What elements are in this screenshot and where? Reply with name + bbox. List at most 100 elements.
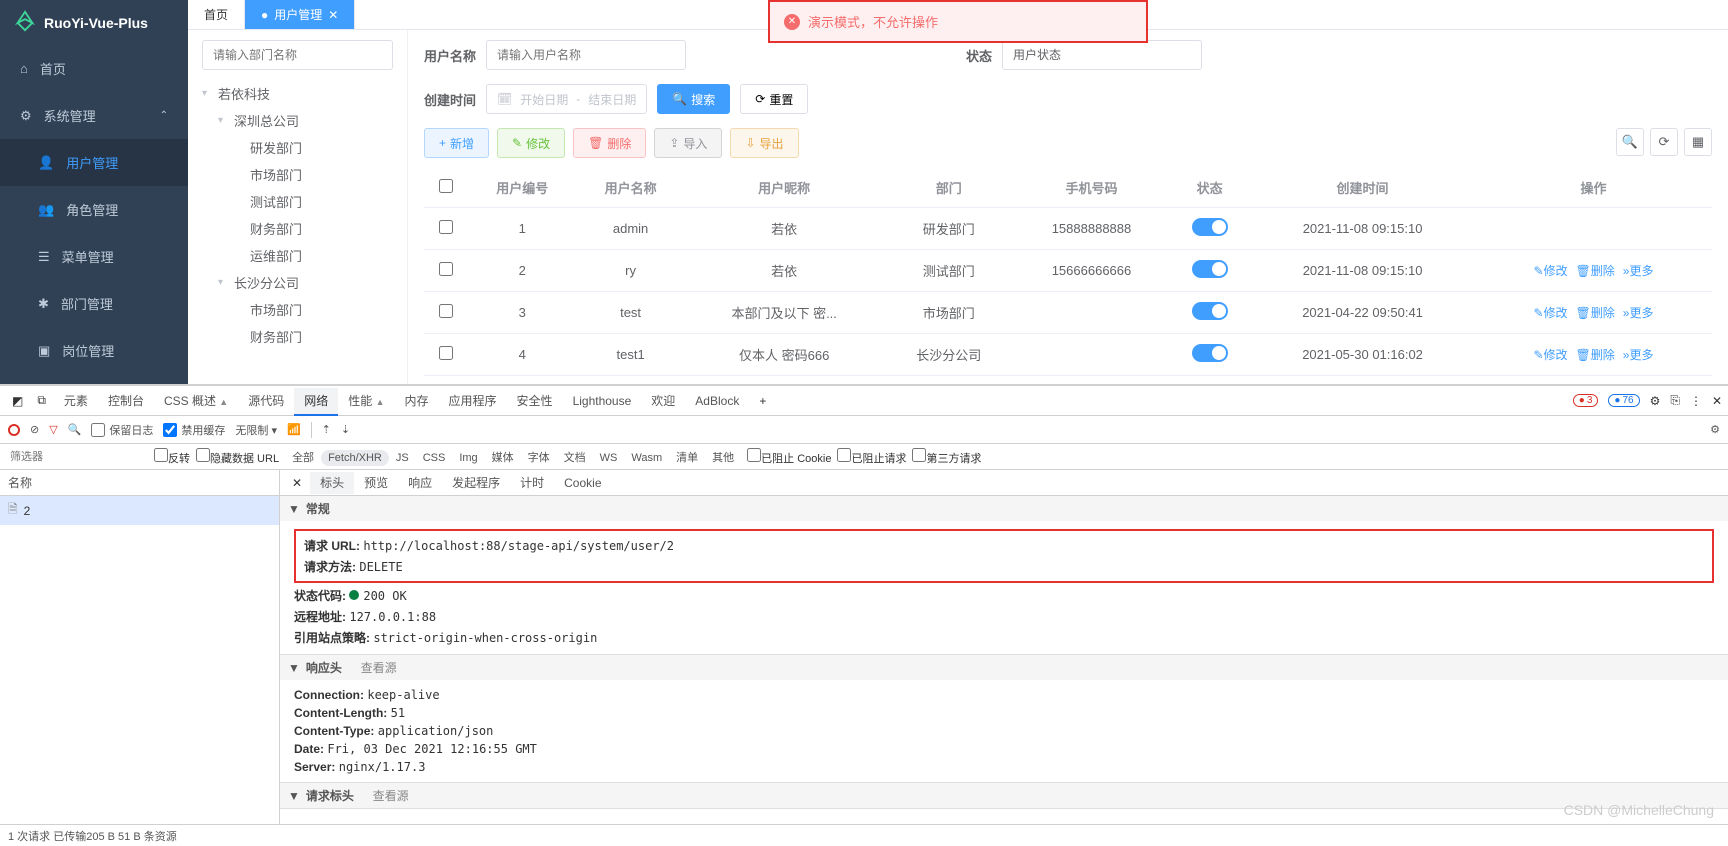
tree-leaf[interactable]: 市场部门 <box>234 161 393 188</box>
nav-item-3[interactable]: 👥角色管理 <box>0 186 188 233</box>
row-delete[interactable]: 🗑删除 <box>1576 348 1615 362</box>
error-badge[interactable]: 3 <box>1573 394 1599 407</box>
detail-sub-tab[interactable]: Cookie <box>554 472 611 494</box>
blocked-cookie-checkbox[interactable]: 已阻止 Cookie <box>747 448 831 466</box>
third-party-checkbox[interactable]: 第三方请求 <box>912 448 981 466</box>
row-more[interactable]: »更多 <box>1623 264 1654 278</box>
filter-pill[interactable]: 媒体 <box>485 450 521 466</box>
devtools-tab[interactable]: 元素 <box>54 388 98 414</box>
detail-sub-tab[interactable]: 响应 <box>398 472 442 494</box>
nav-item-0[interactable]: ⌂首页 <box>0 45 188 92</box>
tree-leaf[interactable]: 研发部门 <box>234 134 393 161</box>
request-headers-header[interactable]: ▼请求标头 查看源 <box>280 783 1728 808</box>
delete-button[interactable]: 🗑删除 <box>573 128 646 158</box>
general-section-header[interactable]: ▼常规 <box>280 496 1728 521</box>
filter-pill[interactable]: Img <box>452 450 484 466</box>
row-checkbox[interactable] <box>439 304 453 318</box>
detail-sub-tab[interactable]: 计时 <box>510 472 554 494</box>
clear-icon[interactable]: ⊘ <box>30 423 39 436</box>
status-switch[interactable] <box>1192 218 1228 236</box>
date-range-input[interactable]: 🗓 开始日期 - 结束日期 <box>486 84 647 114</box>
status-switch[interactable] <box>1192 344 1228 362</box>
record-icon[interactable] <box>8 424 20 436</box>
reset-button[interactable]: ⟳重置 <box>740 84 808 114</box>
more-icon[interactable]: ⋮ <box>1690 394 1702 408</box>
close-devtools-icon[interactable]: ✕ <box>1712 394 1722 408</box>
link-icon[interactable]: ⎘ <box>1670 393 1680 408</box>
search-net-icon[interactable]: 🔍 <box>68 423 82 436</box>
tree-leaf[interactable]: 财务部门 <box>234 323 393 350</box>
devtools-tab[interactable]: AdBlock <box>685 388 749 414</box>
filter-pill[interactable]: Wasm <box>624 450 669 466</box>
row-delete[interactable]: 🗑删除 <box>1576 264 1615 278</box>
detail-sub-tab[interactable]: 发起程序 <box>442 472 510 494</box>
row-checkbox[interactable] <box>439 262 453 276</box>
devtools-tab[interactable]: 安全性 <box>507 388 563 414</box>
filter-toggle-icon[interactable]: ▽ <box>49 423 57 436</box>
tab-0[interactable]: 首页 <box>188 0 245 29</box>
devtools-tab[interactable]: 内存 <box>395 388 439 414</box>
keep-log-checkbox[interactable]: 保留日志 <box>91 422 153 438</box>
filter-pill[interactable]: Fetch/XHR <box>321 450 389 466</box>
nav-item-5[interactable]: ✱部门管理 <box>0 280 188 327</box>
row-more[interactable]: »更多 <box>1623 348 1654 362</box>
row-checkbox[interactable] <box>439 220 453 234</box>
upload-har-icon[interactable]: ⇡ <box>322 423 331 436</box>
detail-sub-tab[interactable]: 标头 <box>310 472 354 494</box>
filter-pill[interactable]: 清单 <box>669 450 705 466</box>
devtools-tab[interactable]: 应用程序 <box>439 388 507 414</box>
devtools-tab[interactable]: 源代码 <box>238 388 294 414</box>
nav-item-4[interactable]: ☰菜单管理 <box>0 233 188 280</box>
add-tab-icon[interactable]: + <box>751 394 774 408</box>
row-edit[interactable]: ✎修改 <box>1533 264 1567 278</box>
close-detail-icon[interactable]: ✕ <box>286 476 308 490</box>
select-all-checkbox[interactable] <box>439 179 453 193</box>
toggle-search-icon[interactable]: 🔍 <box>1616 128 1644 156</box>
settings-icon[interactable]: ⚙ <box>1650 394 1661 408</box>
nav-item-1[interactable]: ⚙系统管理⌃ <box>0 92 188 139</box>
close-icon[interactable]: ✕ <box>328 8 338 22</box>
tree-leaf[interactable]: 测试部门 <box>234 188 393 215</box>
filter-input[interactable] <box>8 449 148 465</box>
search-button[interactable]: 🔍搜索 <box>657 84 730 114</box>
devtools-tab[interactable]: 控制台 <box>98 388 154 414</box>
filter-pill[interactable]: CSS <box>416 450 453 466</box>
device-icon[interactable]: ⧉ <box>31 393 52 408</box>
inspect-icon[interactable]: ◩ <box>6 394 29 408</box>
row-more[interactable]: »更多 <box>1623 306 1654 320</box>
status-select[interactable]: 用户状态 <box>1002 40 1202 70</box>
export-button[interactable]: ⇩导出 <box>730 128 798 158</box>
edit-button[interactable]: ✎修改 <box>497 128 565 158</box>
filter-pill[interactable]: 字体 <box>521 450 557 466</box>
devtools-tab[interactable]: 网络 <box>294 388 338 416</box>
row-edit[interactable]: ✎修改 <box>1533 306 1567 320</box>
tree-node[interactable]: ▾长沙分公司 <box>218 269 393 296</box>
devtools-tab[interactable]: Lighthouse <box>563 388 642 414</box>
tree-leaf[interactable]: 财务部门 <box>234 215 393 242</box>
devtools-tab[interactable]: CSS 概述 ▲ <box>154 388 238 414</box>
hide-url-checkbox[interactable]: 隐藏数据 URL <box>196 448 279 466</box>
tree-leaf[interactable]: 市场部门 <box>234 296 393 323</box>
filter-pill[interactable]: 其他 <box>705 450 741 466</box>
tree-leaf[interactable]: 运维部门 <box>234 242 393 269</box>
dept-search-input[interactable] <box>202 40 393 70</box>
username-input[interactable] <box>486 40 686 70</box>
disable-cache-checkbox[interactable]: 禁用缓存 <box>163 422 225 438</box>
detail-sub-tab[interactable]: 预览 <box>354 472 398 494</box>
add-button[interactable]: +新增 <box>424 128 489 158</box>
download-har-icon[interactable]: ⇣ <box>341 423 350 436</box>
devtools-tab[interactable]: 性能 ▲ <box>338 388 394 414</box>
wifi-icon[interactable]: 📶 <box>287 423 301 436</box>
filter-pill[interactable]: 全部 <box>285 450 321 466</box>
row-checkbox[interactable] <box>439 346 453 360</box>
blocked-req-checkbox[interactable]: 已阻止请求 <box>837 448 906 466</box>
status-switch[interactable] <box>1192 260 1228 278</box>
row-delete[interactable]: 🗑删除 <box>1576 306 1615 320</box>
devtools-tab[interactable]: 欢迎 <box>641 388 685 414</box>
net-settings-icon[interactable]: ⚙ <box>1710 423 1720 436</box>
tab-1[interactable]: ●用户管理✕ <box>245 0 355 29</box>
throttle-select[interactable]: 无限制 ▾ <box>235 422 277 438</box>
import-button[interactable]: ⇪导入 <box>654 128 722 158</box>
row-edit[interactable]: ✎修改 <box>1533 348 1567 362</box>
filter-pill[interactable]: WS <box>593 450 625 466</box>
